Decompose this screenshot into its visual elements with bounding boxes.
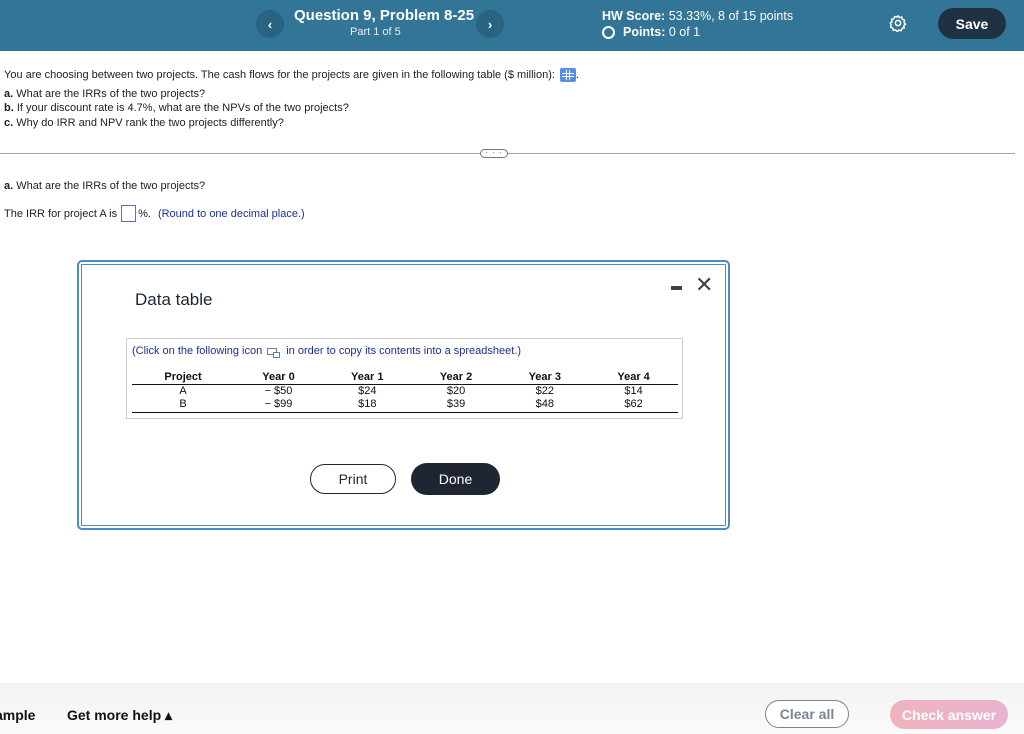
gear-icon[interactable] (889, 14, 907, 32)
question-part-a: a. What are the IRRs of the two projects… (4, 180, 206, 192)
top-bar: ‹ Question 9, Problem 8-25 Part 1 of 5 ›… (0, 0, 1024, 51)
problem-part-b: b. If your discount rate is 4.7%, what a… (4, 102, 349, 114)
points-label: Points: (623, 25, 666, 39)
print-button[interactable]: Print (310, 464, 396, 494)
column-header: Year 2 (411, 370, 501, 385)
table-cell: − $99 (234, 398, 323, 413)
view-example-link[interactable]: ample (0, 707, 35, 723)
hw-score-label: HW Score: (602, 9, 666, 23)
part-indicator: Part 1 of 5 (350, 26, 401, 38)
footer-bar: ample Get more help ▴ Clear all Check an… (0, 683, 1024, 734)
intro-end: . (575, 69, 579, 81)
points-value: 0 of 1 (668, 25, 701, 39)
column-header: Year 1 (322, 370, 412, 385)
done-button[interactable]: Done (411, 463, 500, 495)
cash-flow-table: Project Year 0 Year 1 Year 2 Year 3 Year… (132, 370, 678, 413)
get-more-help-button[interactable]: Get more help ▴ (67, 707, 172, 724)
close-icon[interactable]: ✕ (695, 274, 713, 296)
problem-intro: You are choosing between two projects. T… (4, 69, 555, 81)
data-table-container: (Click on the following icon in order to… (126, 338, 683, 419)
rounding-hint: (Round to one decimal place.) (157, 207, 305, 220)
data-table-dialog: Data table ✕ (Click on the following ico… (77, 260, 730, 530)
save-button[interactable]: Save (938, 8, 1006, 39)
previous-question-button[interactable]: ‹ (256, 10, 284, 38)
irr-prefix: The IRR for project A is (4, 207, 118, 220)
column-header: Year 4 (589, 370, 678, 385)
table-cell: $39 (411, 398, 501, 413)
problem-part-c: c. Why do IRR and NPV rank the two proje… (4, 116, 284, 129)
table-cell: $20 (446, 384, 466, 397)
table-cell: $18 (322, 398, 412, 413)
expand-more-button[interactable]: · · · (480, 149, 508, 158)
copy-note: (Click on the following icon in order to… (132, 345, 522, 358)
irr-suffix: %. (138, 207, 151, 220)
next-question-button[interactable]: › (476, 10, 504, 38)
irr-answer-input[interactable] (121, 205, 137, 222)
chevron-left-icon: ‹ (267, 16, 273, 32)
minimize-icon[interactable] (671, 286, 682, 290)
table-row: A − $50 $24 $20 $22 $14 (132, 384, 678, 398)
table-cell: $14 (624, 384, 643, 397)
table-cell: − $50 (264, 384, 293, 397)
table-cell: B (132, 398, 235, 413)
table-cell: $48 (500, 398, 590, 413)
column-header: Year 0 (234, 370, 323, 385)
clear-all-button[interactable]: Clear all (765, 700, 849, 728)
dialog-title: Data table (135, 290, 213, 309)
column-header: Year 3 (500, 370, 590, 385)
table-row: B − $99 $18 $39 $48 $62 (132, 398, 678, 413)
points: Points: 0 of 1 (602, 25, 700, 39)
table-cell: A (179, 384, 187, 397)
copy-to-spreadsheet-icon[interactable] (267, 347, 281, 358)
table-cell: $22 (535, 384, 554, 397)
question-title: Question 9, Problem 8-25 (294, 7, 475, 24)
data-table-icon[interactable] (559, 68, 576, 83)
problem-part-a: a. What are the IRRs of the two projects… (4, 87, 206, 100)
hw-score-value: 53.33%, 8 of 15 points (668, 9, 794, 23)
hw-score: HW Score: 53.33%, 8 of 15 points (602, 9, 793, 23)
problem-statement: You are choosing between two projects. T… (4, 68, 579, 130)
circle-icon (602, 25, 615, 39)
table-cell: $62 (589, 398, 678, 413)
column-header: Project (132, 370, 235, 385)
table-cell: $24 (358, 384, 377, 397)
table-header-row: Project Year 0 Year 1 Year 2 Year 3 Year… (132, 370, 678, 385)
chevron-right-icon: › (487, 16, 493, 32)
irr-answer-line: The IRR for project A is %. (Round to on… (4, 205, 305, 222)
check-answer-button[interactable]: Check answer (890, 700, 1008, 729)
